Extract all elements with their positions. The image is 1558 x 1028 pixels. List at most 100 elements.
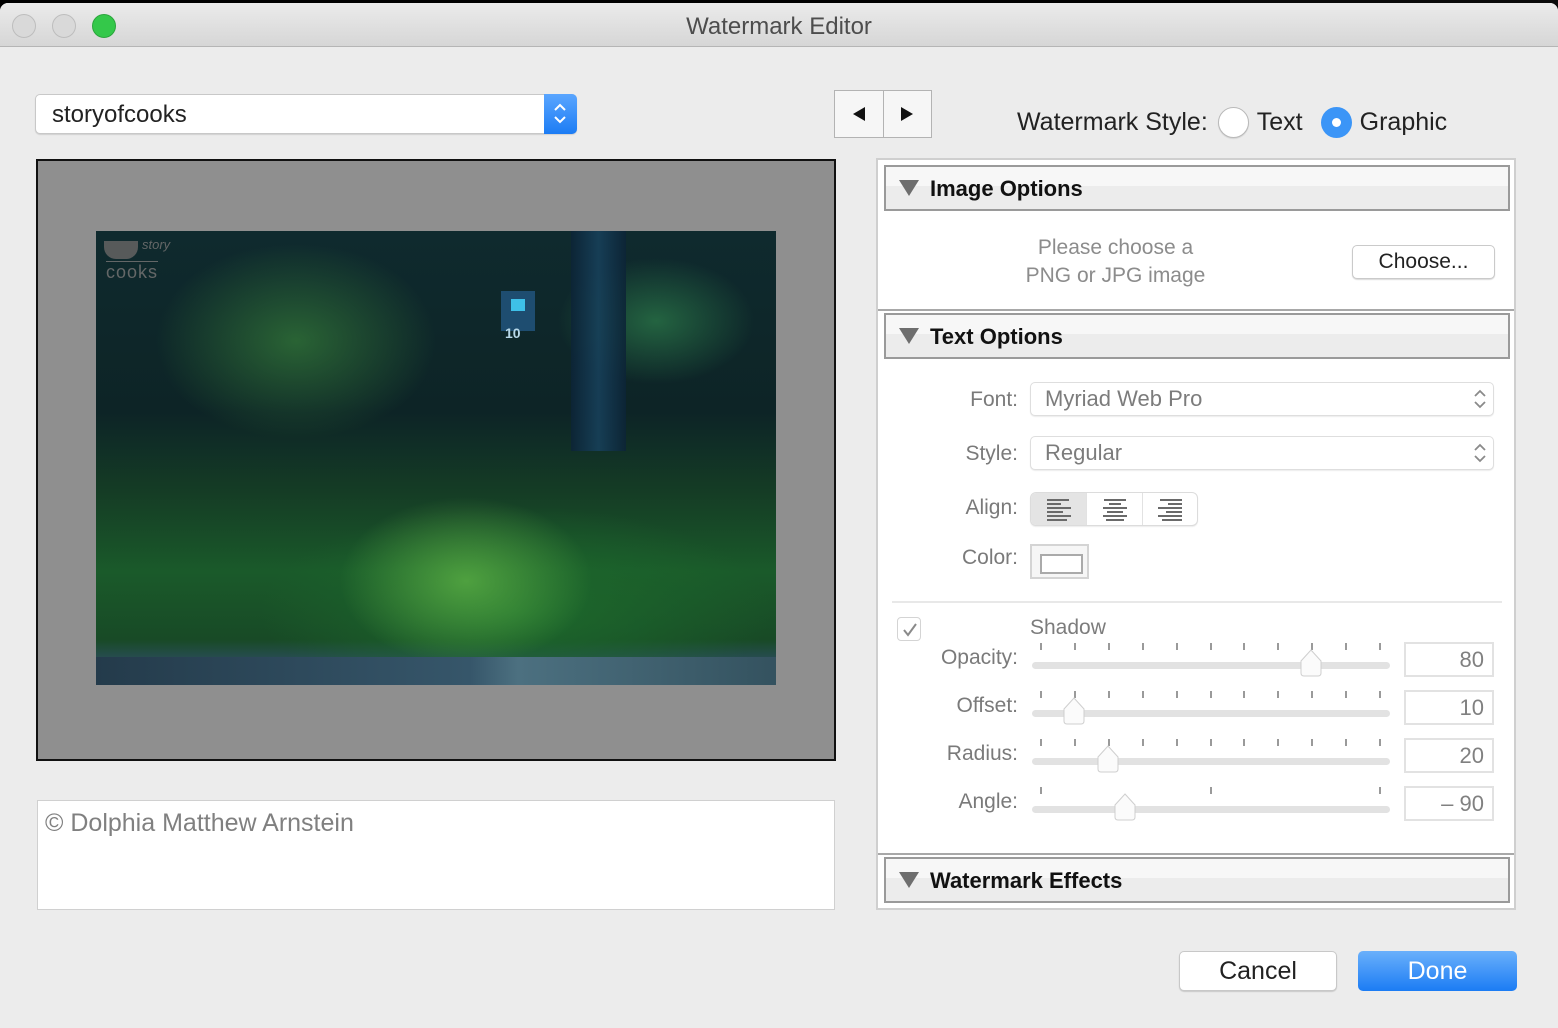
slider-tick	[1040, 739, 1042, 746]
slider-tick	[1243, 739, 1246, 746]
color-well[interactable]	[1030, 544, 1089, 579]
align-center-button[interactable]	[1086, 493, 1141, 525]
slider-tick	[1345, 691, 1348, 698]
watermark-logo[interactable]: story cooks	[100, 235, 180, 282]
previous-image-button[interactable]	[835, 91, 883, 137]
radio-graphic[interactable]	[1320, 107, 1352, 138]
slider-tick	[1311, 739, 1314, 746]
section-separator	[878, 853, 1514, 855]
chevron-up-down-icon	[1474, 443, 1486, 463]
slider-tick	[1073, 643, 1076, 650]
slider-tick	[1107, 691, 1110, 698]
photo-sign-number: 10	[505, 325, 521, 341]
preview-navigation	[834, 90, 932, 138]
slider-tick	[1040, 643, 1042, 650]
slider-tick	[1243, 643, 1246, 650]
cancel-button[interactable]: Cancel	[1179, 951, 1337, 991]
radio-text-label[interactable]: Text	[1257, 108, 1303, 137]
align-center-icon	[1102, 499, 1127, 521]
triangle-right-icon	[901, 107, 914, 121]
disclosure-triangle-icon	[899, 328, 919, 344]
disclosure-triangle-icon	[899, 872, 919, 888]
window-title: Watermark Editor	[686, 13, 872, 40]
align-left-button[interactable]	[1031, 493, 1087, 525]
text-options-title: Text Options	[930, 324, 1063, 349]
hint-line-2: PNG or JPG image	[1025, 264, 1206, 287]
shadow-opacity-slider[interactable]	[1030, 635, 1392, 677]
slider-tick	[1379, 739, 1381, 746]
shadow-offset-slider[interactable]	[1030, 683, 1392, 725]
slider-knob[interactable]	[1062, 697, 1086, 725]
align-left-icon	[1046, 499, 1071, 521]
logo-text-cooks: cooks	[106, 261, 159, 282]
logo-text-story: story	[142, 237, 171, 252]
slider-track[interactable]	[1032, 662, 1390, 669]
slider-tick	[1175, 643, 1178, 650]
align-right-button[interactable]	[1141, 493, 1197, 525]
slider-tick	[1141, 643, 1144, 650]
shadow-offset-value[interactable]: 10	[1404, 690, 1494, 725]
slider-tick	[1345, 739, 1348, 746]
watermark-editor-window: Watermark Editor storyofcooks Watermark …	[0, 3, 1558, 1028]
slider-knob[interactable]	[1113, 793, 1137, 821]
watermark-style-label: Watermark Style:	[1017, 108, 1208, 136]
disclosure-triangle-icon	[899, 180, 919, 196]
slider-tick	[1209, 739, 1212, 746]
slider-tick	[1175, 739, 1178, 746]
image-options-hint: Please choose a PNG or JPG image	[1018, 234, 1213, 290]
watermark-effects-header[interactable]: Watermark Effects	[884, 857, 1510, 903]
font-select[interactable]: Myriad Web Pro	[1030, 382, 1494, 416]
photo-tree-trunk	[571, 231, 626, 451]
image-options-header[interactable]: Image Options	[884, 165, 1510, 211]
slider-track[interactable]	[1032, 758, 1390, 765]
slider-tick	[1311, 691, 1314, 698]
checkmark-icon	[903, 623, 917, 637]
text-options-header[interactable]: Text Options	[884, 313, 1510, 359]
options-panel: Image Options Please choose a PNG or JPG…	[876, 158, 1516, 910]
title-bar: Watermark Editor	[0, 3, 1558, 47]
font-value: Myriad Web Pro	[1045, 386, 1203, 411]
preset-select[interactable]: storyofcooks	[35, 94, 577, 134]
slider-tick	[1141, 691, 1144, 698]
slider-tick	[1209, 787, 1212, 794]
slider-knob[interactable]	[1096, 745, 1120, 773]
color-label: Color:	[961, 546, 1018, 569]
done-button[interactable]: Done	[1358, 951, 1517, 991]
font-label: Font:	[970, 388, 1018, 411]
section-separator	[878, 309, 1514, 311]
preset-value: storyofcooks	[52, 101, 187, 128]
slider-tick	[1345, 643, 1348, 650]
choose-image-button[interactable]: Choose...	[1352, 245, 1495, 279]
shadow-radius-slider[interactable]	[1030, 731, 1392, 773]
shadow-checkbox[interactable]	[897, 617, 921, 641]
shadow-angle-slider[interactable]	[1030, 779, 1392, 821]
slider-tick	[1243, 691, 1246, 698]
shadow-angle-value[interactable]: – 90	[1404, 786, 1494, 821]
copyright-text-input[interactable]: © Dolphia Matthew Arnstein	[37, 800, 835, 910]
watermark-preview: 10 story cooks	[36, 159, 836, 761]
slider-tick	[1073, 739, 1076, 746]
slider-tick	[1209, 691, 1212, 698]
slider-tick	[1040, 691, 1042, 698]
style-select[interactable]: Regular	[1030, 436, 1494, 470]
align-label: Align:	[965, 496, 1018, 519]
align-right-icon	[1157, 499, 1182, 521]
preset-stepper[interactable]	[544, 94, 577, 134]
radio-graphic-label[interactable]: Graphic	[1360, 108, 1448, 137]
triangle-left-icon	[852, 107, 865, 121]
chevron-up-down-icon	[554, 103, 566, 124]
slider-track[interactable]	[1032, 806, 1390, 813]
style-value: Regular	[1045, 440, 1123, 465]
shadow-radius-value[interactable]: 20	[1404, 738, 1494, 773]
slider-tick	[1141, 739, 1144, 746]
shadow-opacity-value[interactable]: 80	[1404, 642, 1494, 677]
cooking-pot-icon	[104, 241, 138, 259]
slider-tick	[1209, 643, 1212, 650]
slider-tick	[1277, 643, 1280, 650]
radio-text[interactable]	[1217, 107, 1249, 138]
slider-knob[interactable]	[1299, 649, 1323, 677]
next-image-button[interactable]	[882, 91, 932, 137]
slider-tick	[1175, 691, 1178, 698]
slider-tick	[1277, 739, 1280, 746]
slider-tick	[1379, 787, 1381, 794]
